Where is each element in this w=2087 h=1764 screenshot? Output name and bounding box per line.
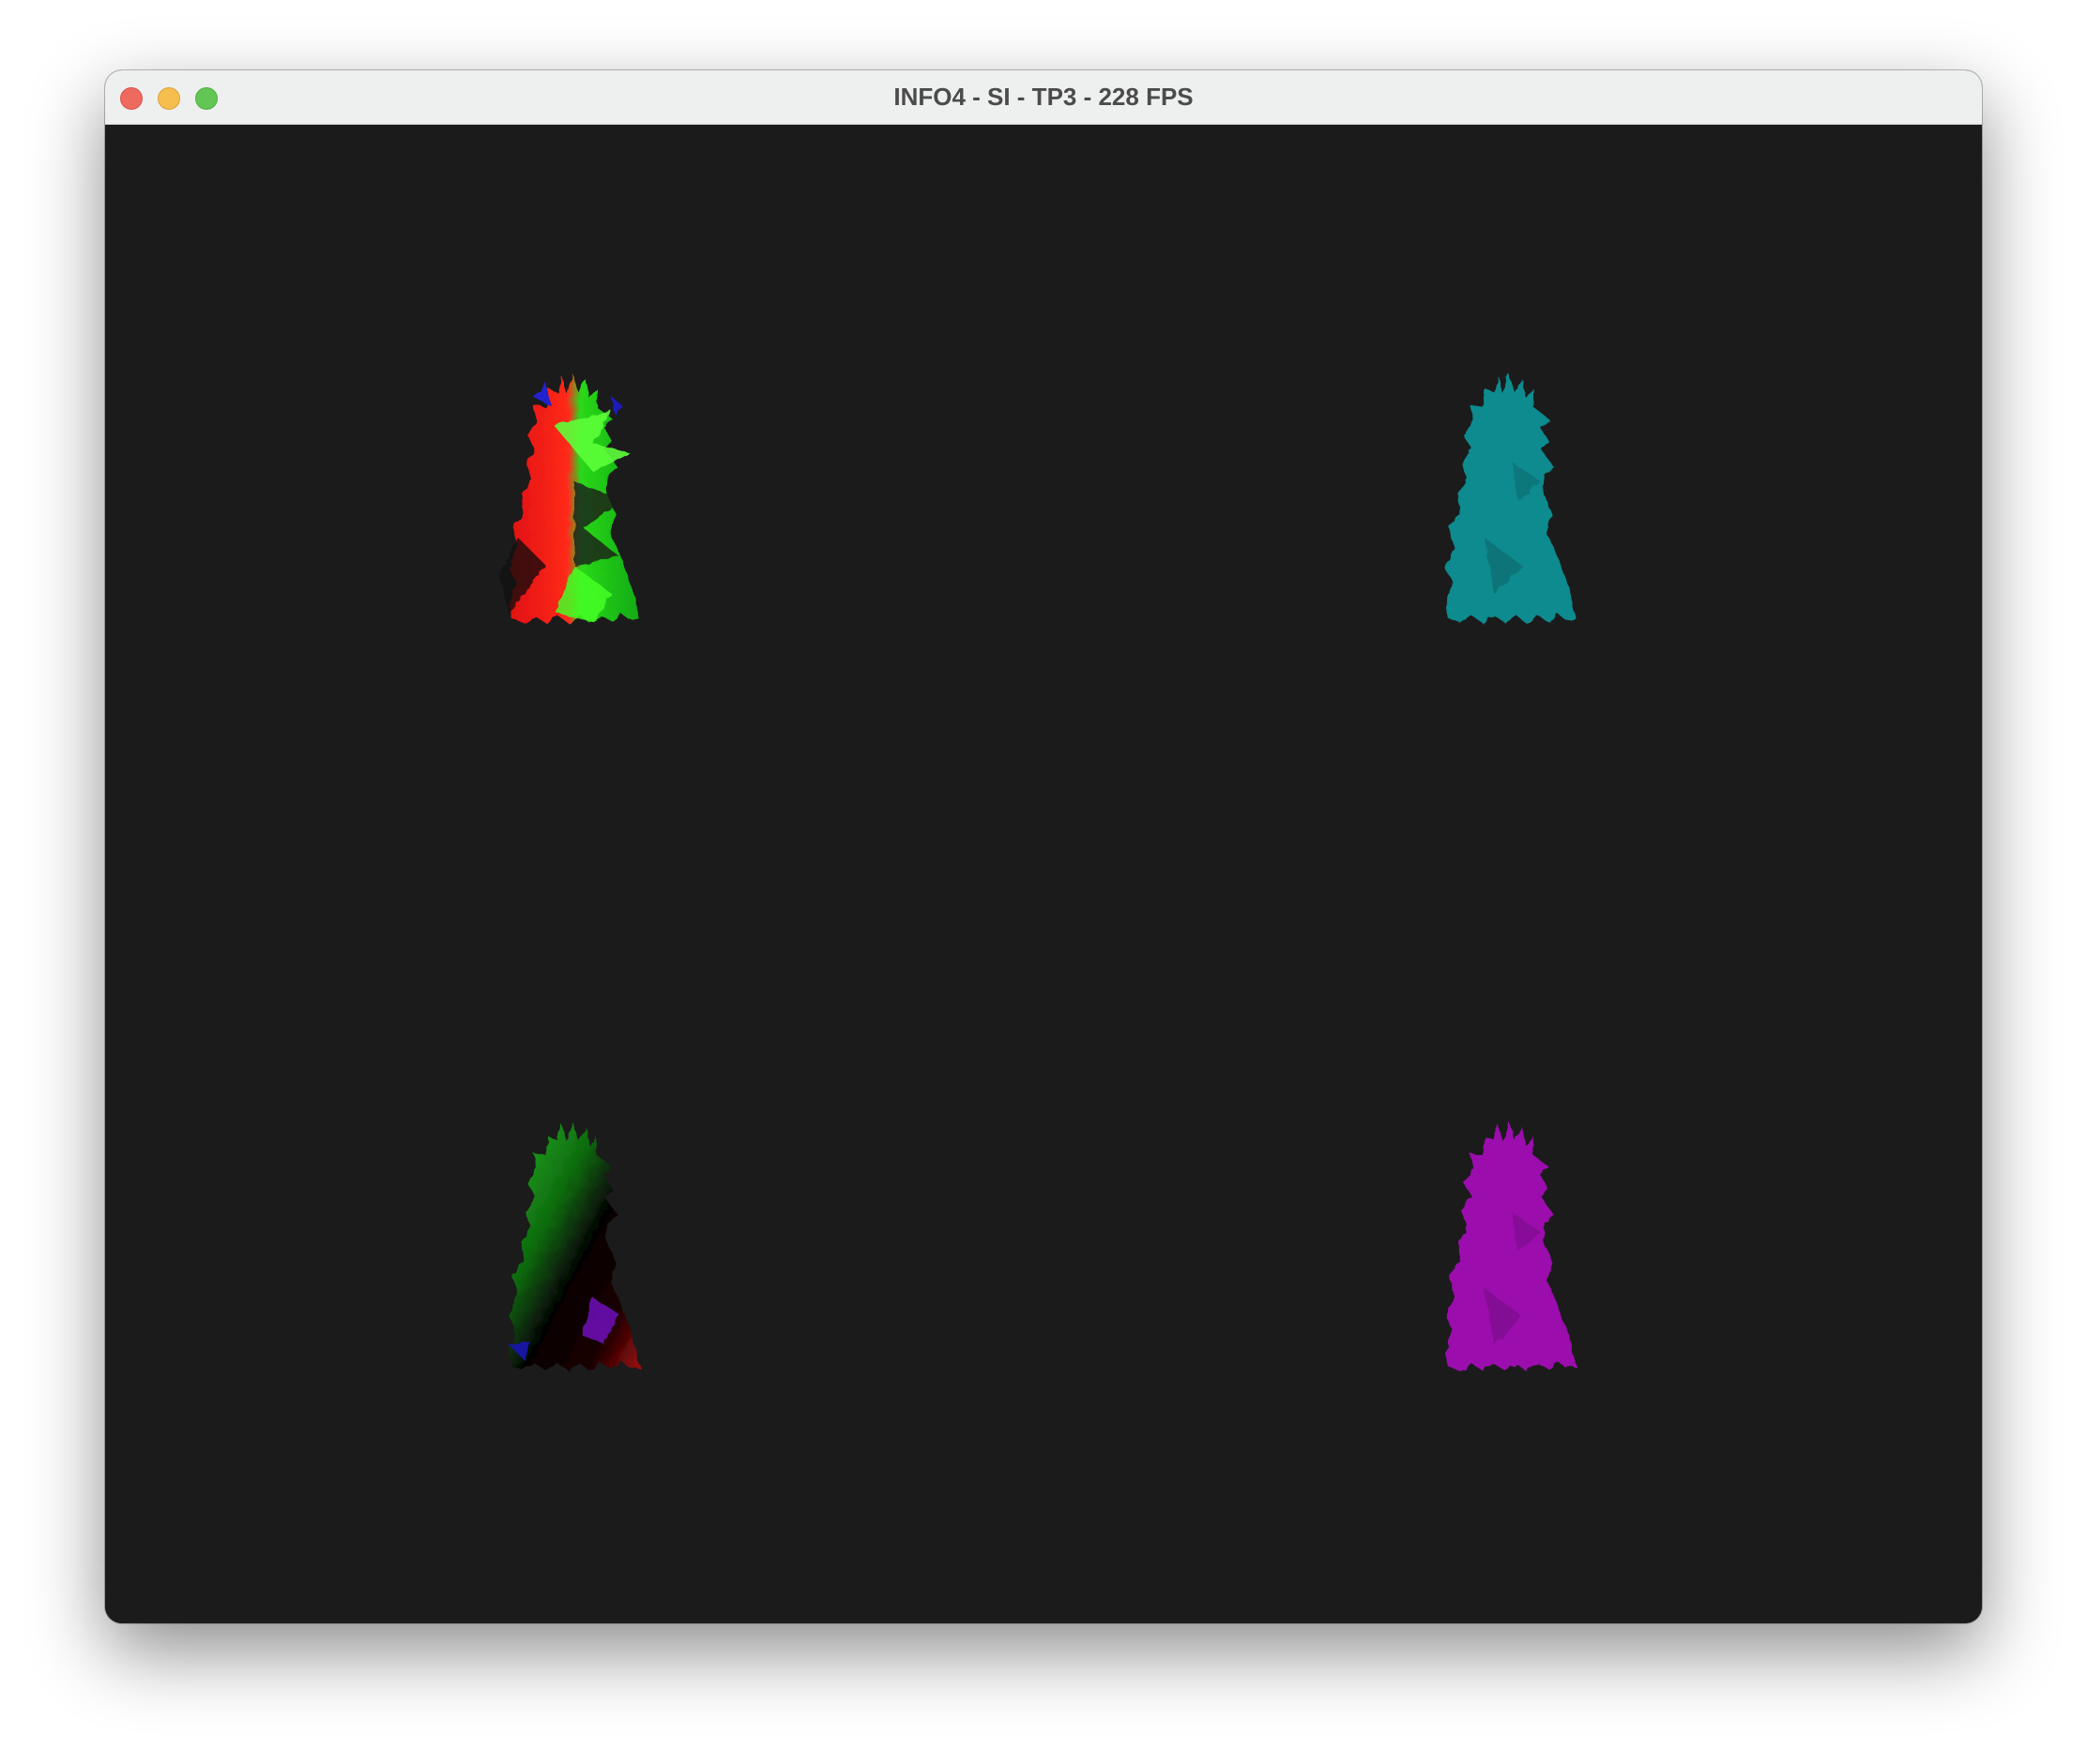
render-viewport[interactable] <box>105 125 1982 1623</box>
chicken-normals-model <box>499 373 640 623</box>
chicken-position-model <box>509 1121 640 1371</box>
scene-canvas <box>499 373 1577 1371</box>
window-title: INFO4 - SI - TP3 - 228 FPS <box>893 83 1194 111</box>
title-bar[interactable]: INFO4 - SI - TP3 - 228 FPS <box>105 70 1982 125</box>
chicken-cyan-model <box>1445 373 1577 623</box>
chicken-magenta-model <box>1445 1121 1577 1371</box>
app-window: INFO4 - SI - TP3 - 228 FPS <box>105 70 1982 1623</box>
